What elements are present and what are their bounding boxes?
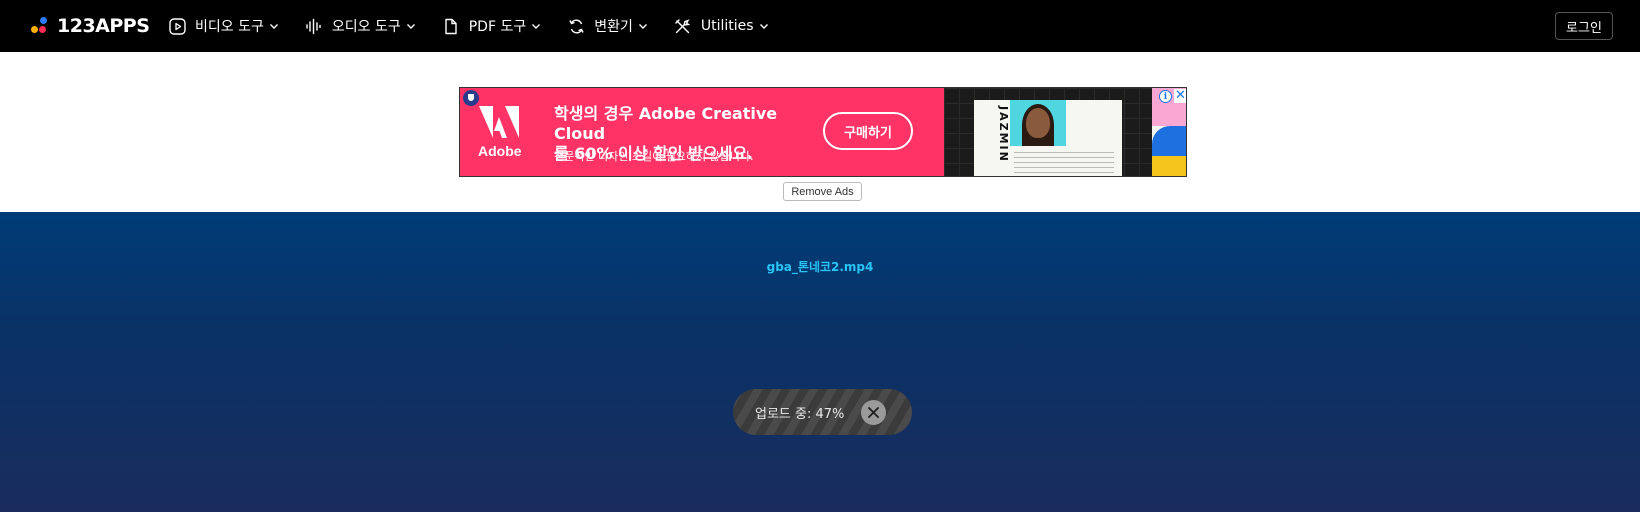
adobe-logo-icon [479, 106, 519, 138]
nav-item-label: 비디오 도구 [195, 19, 264, 35]
nav-item-audio-tools[interactable]: 오디오 도구 [305, 0, 416, 52]
nav-item-utilities[interactable]: Utilities [674, 0, 769, 52]
login-button[interactable]: 로그인 [1555, 12, 1613, 40]
video-play-icon [168, 17, 186, 35]
ad-portrait-photo [1010, 100, 1066, 146]
ad-resume-card: JAZMIN [974, 100, 1122, 176]
ad-image: JAZMIN [944, 88, 1152, 176]
document-icon [442, 17, 460, 35]
convert-cycle-icon [567, 17, 585, 35]
chevron-down-icon [638, 21, 648, 31]
nav-item-label: PDF 도구 [468, 19, 527, 35]
nav-item-label: 변환기 [594, 19, 633, 35]
nav-item-converter[interactable]: 변환기 [567, 0, 648, 52]
top-navigation-bar: 123APPS 비디오 도구 오디오 도구 PDF 도구 변환기 Utiliti… [0, 0, 1640, 52]
upload-status-text: 업로드 중: 47% [755, 407, 845, 422]
upload-area: gba_톤네코2.mp4 업로드 중: 47% [0, 212, 1640, 512]
cancel-upload-button[interactable] [861, 400, 886, 425]
logo-dots-icon [31, 16, 51, 36]
chevron-down-icon [759, 21, 769, 31]
nav-item-label: 오디오 도구 [331, 19, 401, 35]
chevron-down-icon [269, 21, 279, 31]
ad-subtext: 전문적인 디자인 스킬이 필요하지 않습니다. [554, 150, 754, 163]
ad-info-icon[interactable]: i [1159, 90, 1172, 103]
ad-close-icon[interactable]: ✕ [1174, 89, 1186, 103]
nav-item-video-tools[interactable]: 비디오 도구 [168, 0, 279, 52]
nav-item-label: Utilities [700, 18, 754, 34]
ad-image-text: JAZMIN [997, 106, 1010, 163]
ad-headline-line1: 학생의 경우 Adobe Creative Cloud [554, 104, 778, 143]
tools-icon [674, 17, 692, 35]
close-icon [868, 407, 879, 418]
ad-brand: Adobe [478, 143, 522, 159]
brand-name: 123APPS [57, 15, 150, 37]
chevron-down-icon [406, 21, 416, 31]
brand-logo[interactable]: 123APPS [31, 14, 150, 38]
main-nav: 비디오 도구 오디오 도구 PDF 도구 변환기 Utilities [168, 0, 795, 52]
chevron-down-icon [531, 21, 541, 31]
remove-ads-button[interactable]: Remove Ads [783, 182, 862, 201]
ad-banner[interactable]: Adobe 학생의 경우 Adobe Creative Cloud 를 60% … [459, 87, 1187, 177]
audio-wave-icon [305, 17, 323, 35]
uploaded-filename: gba_톤네코2.mp4 [766, 260, 874, 274]
ad-shield-icon [463, 90, 479, 106]
nav-item-pdf-tools[interactable]: PDF 도구 [442, 0, 542, 52]
ad-buy-button[interactable]: 구매하기 [823, 112, 913, 150]
upload-progress-pill: 업로드 중: 47% [733, 389, 912, 435]
ad-area: Adobe 학생의 경우 Adobe Creative Cloud 를 60% … [0, 52, 1640, 212]
